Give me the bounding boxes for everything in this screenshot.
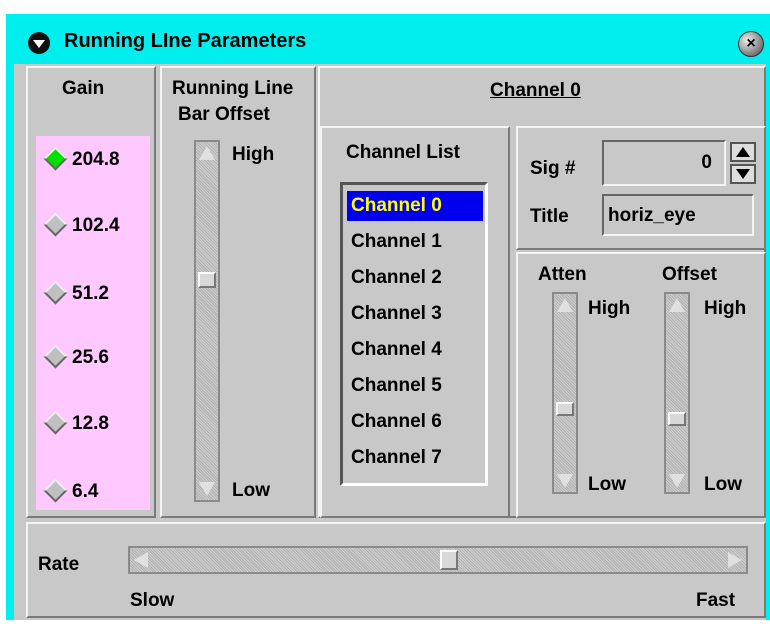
window-menu-icon[interactable] bbox=[28, 32, 50, 54]
rate-fast-label: Fast bbox=[696, 590, 736, 611]
gain-option-label: 6.4 bbox=[72, 481, 99, 502]
gain-radio-group bbox=[36, 136, 150, 510]
channel-list-item[interactable]: Channel 4 bbox=[347, 335, 483, 365]
window-title: Running LIne Parameters bbox=[64, 30, 307, 52]
rate-label: Rate bbox=[38, 554, 80, 575]
close-icon[interactable]: × bbox=[738, 31, 764, 57]
sig-number-field[interactable]: 0 bbox=[602, 140, 726, 186]
gain-option-label: 102.4 bbox=[72, 215, 120, 236]
channel-list-item[interactable]: Channel 6 bbox=[347, 407, 483, 437]
sig-spin-up-icon[interactable] bbox=[730, 142, 756, 162]
gain-option-label: 51.2 bbox=[72, 283, 109, 304]
atten-high-label: High bbox=[588, 298, 631, 319]
offset-low-label: Low bbox=[704, 474, 742, 495]
sig-label: Sig # bbox=[530, 158, 576, 179]
offset-label: Offset bbox=[662, 264, 717, 285]
sig-number-value: 0 bbox=[701, 152, 712, 173]
channel-list-item[interactable]: Channel 1 bbox=[347, 227, 483, 257]
channel-list-label: Channel List bbox=[346, 142, 461, 163]
atten-slider[interactable] bbox=[552, 292, 578, 494]
bar-offset-label-line2: Bar Offset bbox=[178, 104, 270, 125]
gain-option-label: 25.6 bbox=[72, 347, 109, 368]
bar-offset-slider[interactable] bbox=[194, 140, 220, 502]
slider-thumb[interactable] bbox=[668, 412, 686, 426]
channel-list-item[interactable]: Channel 0 bbox=[347, 191, 483, 221]
channel-listbox[interactable]: Channel 0 Channel 1 Channel 2 Channel 3 … bbox=[340, 182, 488, 486]
channel-list-item[interactable]: Channel 7 bbox=[347, 443, 483, 473]
rate-slow-label: Slow bbox=[130, 590, 175, 611]
offset-slider[interactable] bbox=[664, 292, 690, 494]
channel-list-item[interactable]: Channel 2 bbox=[347, 263, 483, 293]
atten-low-label: Low bbox=[588, 474, 626, 495]
atten-label: Atten bbox=[538, 264, 587, 285]
slider-right-arrow-icon[interactable] bbox=[728, 552, 742, 568]
slider-thumb[interactable] bbox=[198, 272, 216, 288]
gain-option-label: 12.8 bbox=[72, 413, 109, 434]
slider-down-arrow-icon[interactable] bbox=[199, 482, 215, 496]
slider-down-arrow-icon[interactable] bbox=[557, 474, 573, 488]
title-field[interactable]: horiz_eye bbox=[602, 194, 754, 236]
slider-down-arrow-icon[interactable] bbox=[669, 474, 685, 488]
bar-offset-panel bbox=[160, 66, 316, 518]
gain-option-label: 204.8 bbox=[72, 149, 120, 170]
channel-list-item[interactable]: Channel 5 bbox=[347, 371, 483, 401]
slider-thumb[interactable] bbox=[440, 550, 458, 570]
offset-high-label: High bbox=[704, 298, 747, 319]
slider-up-arrow-icon[interactable] bbox=[669, 298, 685, 312]
sig-spin-down-icon[interactable] bbox=[730, 164, 756, 184]
slider-up-arrow-icon[interactable] bbox=[557, 298, 573, 312]
bar-offset-label-line1: Running Line bbox=[172, 78, 294, 99]
channel-heading: Channel 0 bbox=[490, 80, 581, 101]
rate-slider[interactable] bbox=[128, 546, 748, 574]
slider-left-arrow-icon[interactable] bbox=[134, 552, 148, 568]
bar-offset-high-label: High bbox=[232, 144, 275, 165]
slider-up-arrow-icon[interactable] bbox=[199, 146, 215, 160]
title-label: Title bbox=[530, 206, 569, 227]
channel-list-item[interactable]: Channel 3 bbox=[347, 299, 483, 329]
bar-offset-low-label: Low bbox=[232, 480, 270, 501]
gain-label: Gain bbox=[62, 78, 105, 99]
slider-thumb[interactable] bbox=[556, 402, 574, 416]
title-field-value: horiz_eye bbox=[608, 205, 696, 226]
